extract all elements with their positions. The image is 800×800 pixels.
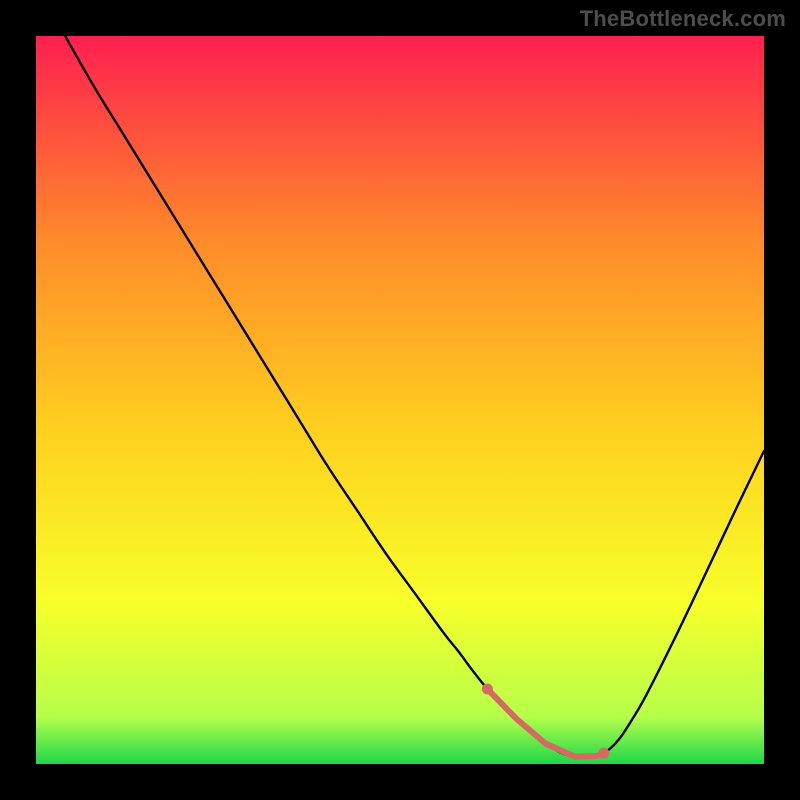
gradient-background: [36, 36, 764, 764]
watermark-text: TheBottleneck.com: [580, 6, 786, 32]
marker-dot-start: [482, 684, 493, 695]
chart-frame: TheBottleneck.com: [0, 0, 800, 800]
chart-svg: [36, 36, 764, 764]
plot-area: [36, 36, 764, 764]
marker-dot-end: [598, 748, 609, 759]
